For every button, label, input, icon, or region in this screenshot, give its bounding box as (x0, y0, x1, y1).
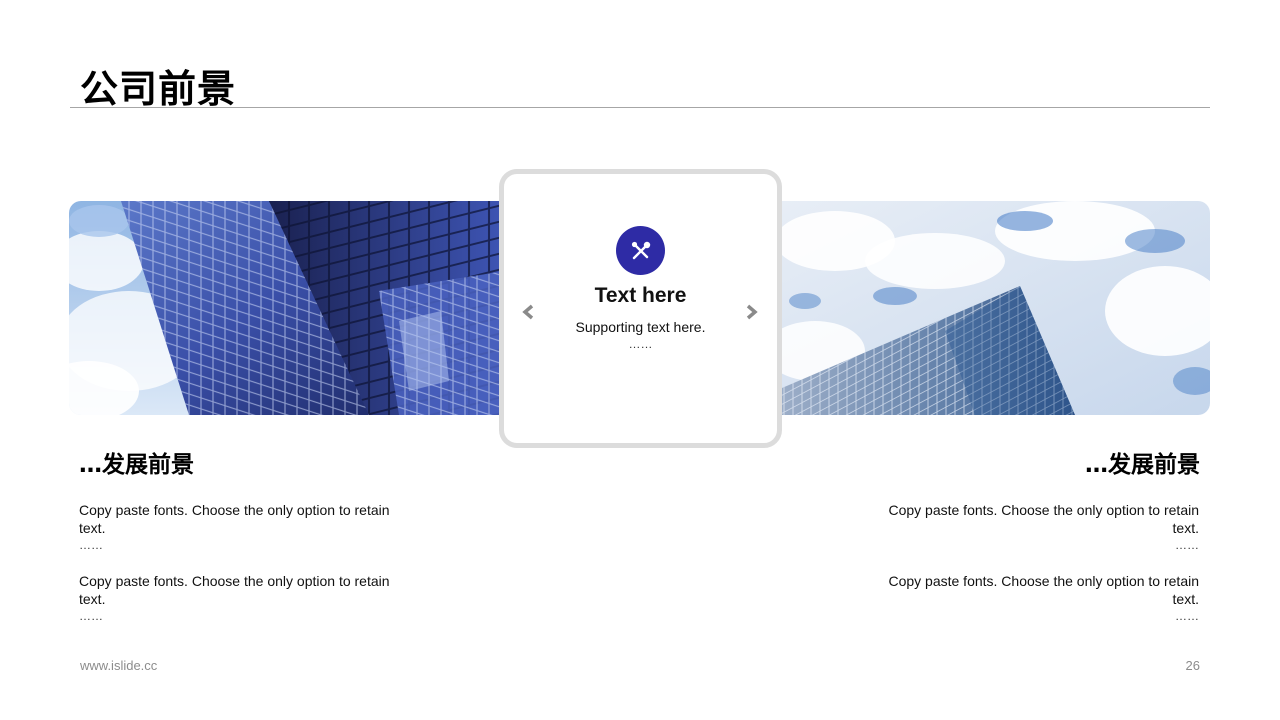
paragraph-ellipsis: …… (79, 609, 103, 623)
right-paragraph-2: Copy paste fonts. Choose the only option… (869, 572, 1199, 624)
paragraph-text: Copy paste fonts. Choose the only option… (888, 502, 1199, 536)
skyscraper-photo-right (775, 201, 1210, 415)
paragraph-ellipsis: …… (1175, 538, 1199, 552)
paragraph-text: Copy paste fonts. Choose the only option… (79, 502, 390, 536)
card-title: Text here (594, 284, 687, 307)
right-section-heading: …发展前景 (1085, 452, 1200, 478)
page-number: 26 (1185, 658, 1200, 673)
right-paragraph-1: Copy paste fonts. Choose the only option… (869, 501, 1199, 553)
paragraph-text: Copy paste fonts. Choose the only option… (79, 573, 390, 607)
title-divider (70, 107, 1210, 108)
feature-card: Text here Supporting text here. …… (499, 169, 782, 448)
left-paragraph-1: Copy paste fonts. Choose the only option… (79, 501, 409, 553)
paragraph-ellipsis: …… (79, 538, 103, 552)
footer-url[interactable]: www.islide.cc (80, 658, 157, 673)
chevron-right-icon[interactable] (742, 303, 760, 321)
paragraph-ellipsis: …… (1175, 609, 1199, 623)
paragraph-text: Copy paste fonts. Choose the only option… (888, 573, 1199, 607)
slide-title: 公司前景 (80, 67, 237, 111)
card-ellipsis: …… (628, 337, 653, 351)
building-photo-left (69, 201, 505, 415)
card-subtitle: Supporting text here. (575, 319, 706, 335)
tools-icon (616, 226, 665, 275)
left-paragraph-2: Copy paste fonts. Choose the only option… (79, 572, 409, 624)
left-section-heading: …发展前景 (79, 452, 194, 478)
chevron-left-icon[interactable] (520, 303, 538, 321)
